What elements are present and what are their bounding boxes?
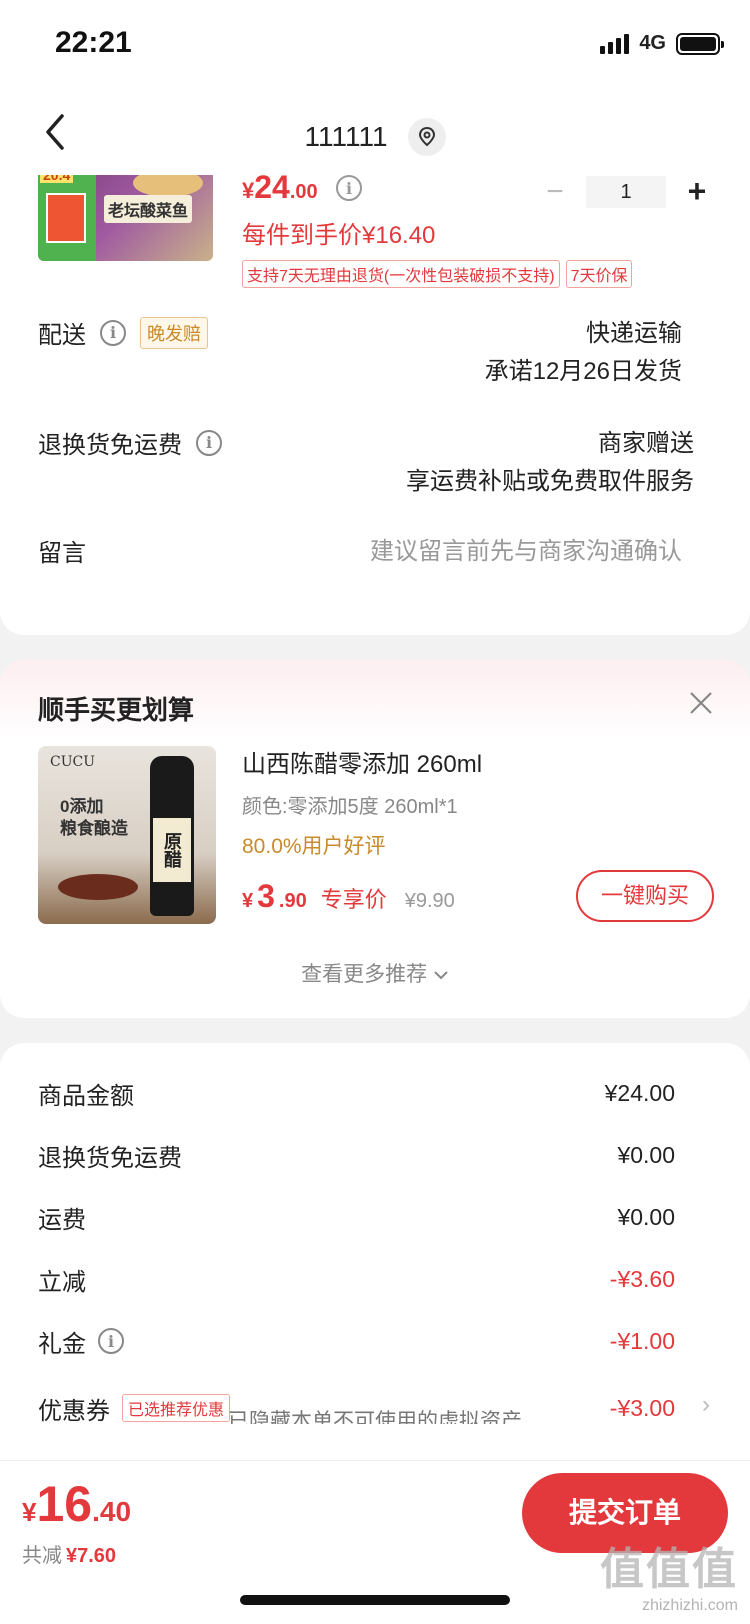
checkout-bar: ¥16.40 共减 ¥7.60 提交订单 值值值 zhizhizhi.com: [0, 1460, 750, 1624]
return-policy-tag: 支持7天无理由退货(一次性包装破损不支持): [242, 260, 560, 288]
summary-row-goods: 商品金额 ¥24.00: [38, 1079, 675, 1110]
message-row: 留言 建议留言前先与商家沟通确认: [38, 533, 682, 573]
qty-minus-button[interactable]: −: [540, 175, 570, 209]
image-brand: CUCU: [50, 754, 96, 770]
total-saved: 共减 ¥7.60: [22, 1545, 117, 1567]
message-label: 留言: [38, 540, 86, 567]
bottle-label: 原醋: [153, 818, 191, 882]
product-image[interactable]: 20.4 老坛酸菜鱼: [38, 175, 213, 261]
network-label: 4G: [639, 32, 666, 54]
location-icon[interactable]: [407, 118, 446, 156]
summary-row-instant-discount: 立减 -¥3.60: [38, 1265, 675, 1296]
total-price: ¥16.40: [22, 1476, 132, 1532]
nav-bar: 111111: [0, 90, 750, 175]
image-badge: 20.4: [40, 175, 74, 183]
delivery-method: 快递运输: [586, 320, 682, 347]
delivery-label: 配送: [38, 322, 86, 349]
summary-row-gift-money: 礼金 i -¥1.00: [38, 1327, 675, 1358]
summary-row-return-shipping: 退换货免运费 ¥0.00: [38, 1141, 675, 1172]
image-pack-title: 老坛酸菜鱼: [104, 195, 193, 223]
signal-icon: [600, 33, 630, 54]
image-slogan: 0添加 粮食酿造: [60, 797, 128, 838]
delivery-row[interactable]: 配送 i 晚发赔 快递运输 承诺12月26日发货: [38, 315, 682, 395]
return-shipping-provider: 商家赠送: [598, 430, 694, 457]
recommend-product-spec: 颜色:零添加5度 260ml*1: [242, 796, 458, 818]
order-item-card: 20.4 老坛酸菜鱼 ¥24.00 i − 1 + 每件到手价¥16.40 支持…: [0, 175, 750, 635]
original-price: ¥9.90: [404, 890, 455, 912]
page-title: 111111: [304, 121, 388, 152]
hidden-assets-note[interactable]: 已隐藏本单不可使用的虚拟资产: [0, 1404, 750, 1424]
close-icon[interactable]: [688, 690, 714, 716]
qty-plus-button[interactable]: +: [682, 175, 712, 210]
chevron-down-icon: [434, 971, 448, 980]
message-input[interactable]: 建议留言前先与商家沟通确认: [370, 533, 682, 571]
status-time: 22:21: [55, 26, 132, 59]
more-recommend-link[interactable]: 查看更多推荐: [0, 958, 750, 988]
late-compensation-tag: 晚发赔: [140, 316, 208, 349]
battery-icon: [676, 32, 724, 55]
return-shipping-label: 退换货免运费: [38, 432, 182, 459]
gift-money-info-icon[interactable]: i: [98, 1328, 124, 1354]
return-shipping-desc: 享运费补贴或免费取件服务: [406, 468, 694, 495]
recommend-product-name[interactable]: 山西陈醋零添加 260ml: [242, 744, 482, 779]
recommend-product-image[interactable]: CUCU 0添加 粮食酿造 原醋: [38, 746, 216, 924]
watermark: 值值值 zhizhizhi.com: [600, 1545, 738, 1614]
quantity-stepper: − 1 +: [540, 175, 712, 210]
one-click-buy-button[interactable]: 一键购买: [576, 870, 714, 922]
delivery-promise: 承诺12月26日发货: [484, 358, 682, 385]
recommend-rating: 80.0%用户好评: [242, 835, 386, 858]
return-shipping-info-icon[interactable]: i: [196, 429, 222, 456]
price-info-icon[interactable]: i: [336, 175, 362, 201]
summary-row-shipping: 运费 ¥0.00: [38, 1203, 675, 1234]
status-indicators: 4G: [600, 32, 724, 55]
delivery-info-icon[interactable]: i: [100, 319, 126, 346]
recommend-title: 顺手买更划算: [38, 695, 195, 725]
return-shipping-row[interactable]: 退换货免运费 i 商家赠送 享运费补贴或免费取件服务: [38, 425, 694, 505]
nav-title-wrap: 111111: [0, 118, 750, 156]
status-bar: 22:21 4G: [0, 0, 750, 90]
price-protect-tag: 7天价保: [565, 260, 633, 288]
per-item-price: 每件到手价¥16.40: [242, 222, 436, 249]
bottle-graphic: 原醋: [150, 756, 194, 916]
product-price: ¥24.00: [242, 175, 318, 205]
home-indicator[interactable]: [240, 1595, 510, 1605]
recommend-card: 顺手买更划算 CUCU 0添加 粮食酿造 原醋 山西陈醋零添加 260ml 颜色…: [0, 660, 750, 1018]
service-tags: 支持7天无理由退货(一次性包装破损不支持) 7天价保: [242, 260, 633, 288]
exclusive-price-label: 专享价: [320, 887, 387, 912]
price-summary-card: 商品金额 ¥24.00 退换货免运费 ¥0.00 运费 ¥0.00 立减 -¥3…: [0, 1043, 750, 1503]
qty-input[interactable]: 1: [586, 175, 666, 208]
recommend-price: ¥3.90 专享价 ¥9.90: [242, 878, 455, 914]
